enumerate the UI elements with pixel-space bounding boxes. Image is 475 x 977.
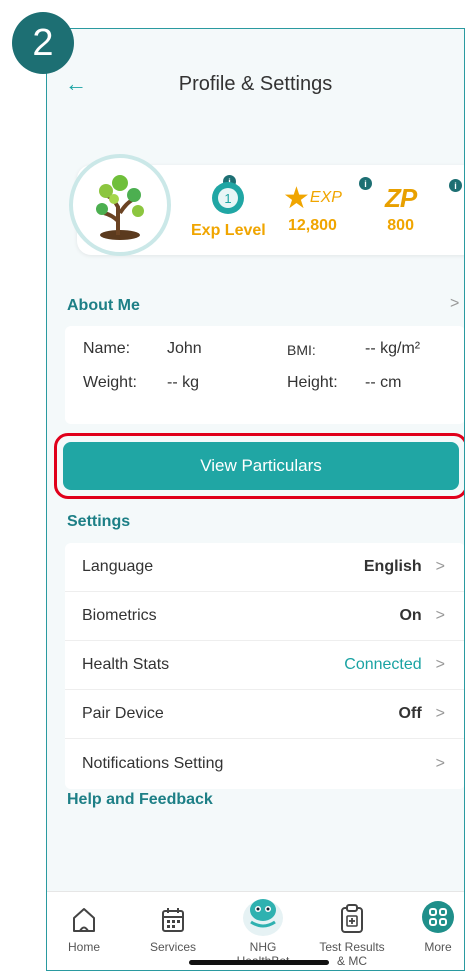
weight-value: -- kg [167,374,199,391]
setting-pair-device[interactable]: Pair Device Off > [65,690,464,739]
setting-label: Language [82,558,154,575]
setting-label: Pair Device [82,705,164,722]
chevron-right-icon: > [435,705,445,722]
tree-icon [96,175,144,240]
bmi-label: BMI: [287,342,316,358]
exp-label: EXP [309,189,342,206]
setting-value: Connected [344,656,422,673]
setting-value: On [399,607,422,624]
settings-title: Settings [67,513,131,530]
exp-value: 12,800 [287,217,337,234]
height-value: -- cm [365,374,402,391]
header: ← Profile & Settings [47,29,464,139]
avatar[interactable] [69,154,171,256]
grid-icon [422,901,454,933]
healthbot-icon [243,899,283,936]
tab-label: More [424,940,452,954]
setting-label: Notifications Setting [82,754,224,772]
tab-more[interactable]: More [410,892,464,954]
about-me-title: About Me [67,297,140,314]
chevron-right-icon: > [435,754,445,772]
tab-services[interactable]: Services [138,892,208,954]
view-particulars-button[interactable]: View Particulars [63,442,459,490]
level-badge-icon: 1 [212,182,245,214]
info-icon[interactable]: i [449,179,462,192]
star-exp-icon: ★ [283,181,310,215]
stat-zp[interactable]: ZP 800 [385,179,417,235]
tab-test-results[interactable]: Test Results & MC [317,892,387,968]
setting-notifications[interactable]: Notifications Setting > [65,739,464,788]
exp-level-label: Exp Level [191,222,266,239]
step-badge: 2 [12,12,74,74]
about-me-card: Name: John BMI: -- kg/m² Weight: -- kg H… [65,326,464,424]
setting-label: Health Stats [82,656,170,673]
chevron-right-icon[interactable]: > [450,295,459,313]
setting-value: English [363,558,422,575]
zp-value: 800 [387,217,414,234]
home-icon [73,908,95,932]
tab-label: Home [67,940,100,954]
setting-health-stats[interactable]: Health Stats Connected > [65,641,464,690]
calendar-icon [162,908,184,932]
setting-label: Biometrics [82,607,157,624]
setting-language[interactable]: Language English > [65,543,464,592]
tab-label: Services [149,940,196,954]
name-label: Name: [83,340,131,357]
chevron-right-icon: > [435,656,445,673]
name-value: John [167,340,202,357]
settings-list: Language English > Biometrics On > Healt… [65,543,464,789]
zp-icon: ZP [385,182,417,213]
setting-biometrics[interactable]: Biometrics On > [65,592,464,641]
stat-exp-level[interactable]: 1 Exp Level [191,179,266,240]
info-icon[interactable]: i [359,177,372,190]
svg-text:1: 1 [225,191,232,206]
stat-exp[interactable]: ★ EXP 12,800 [283,179,342,235]
phone-screen: ← Profile & Settings 1 Exp Level i ★ EXP… [46,28,465,971]
tab-home[interactable]: Home [49,892,119,954]
help-feedback-title[interactable]: Help and Feedback [67,791,213,809]
tab-healthbot[interactable]: NHG HealthBot [228,892,298,968]
chevron-right-icon: > [435,558,445,575]
clipboard-icon [341,904,363,933]
step-number: 2 [32,21,54,64]
bottom-tab-bar: Home Services NHG HealthBot [47,891,464,970]
setting-value: Off [398,705,422,722]
height-label: Height: [287,374,338,391]
weight-label: Weight: [83,374,137,391]
chevron-right-icon: > [435,607,445,624]
bmi-value: -- kg/m² [365,340,421,357]
page-title: Profile & Settings [178,73,333,95]
home-indicator [189,960,329,965]
